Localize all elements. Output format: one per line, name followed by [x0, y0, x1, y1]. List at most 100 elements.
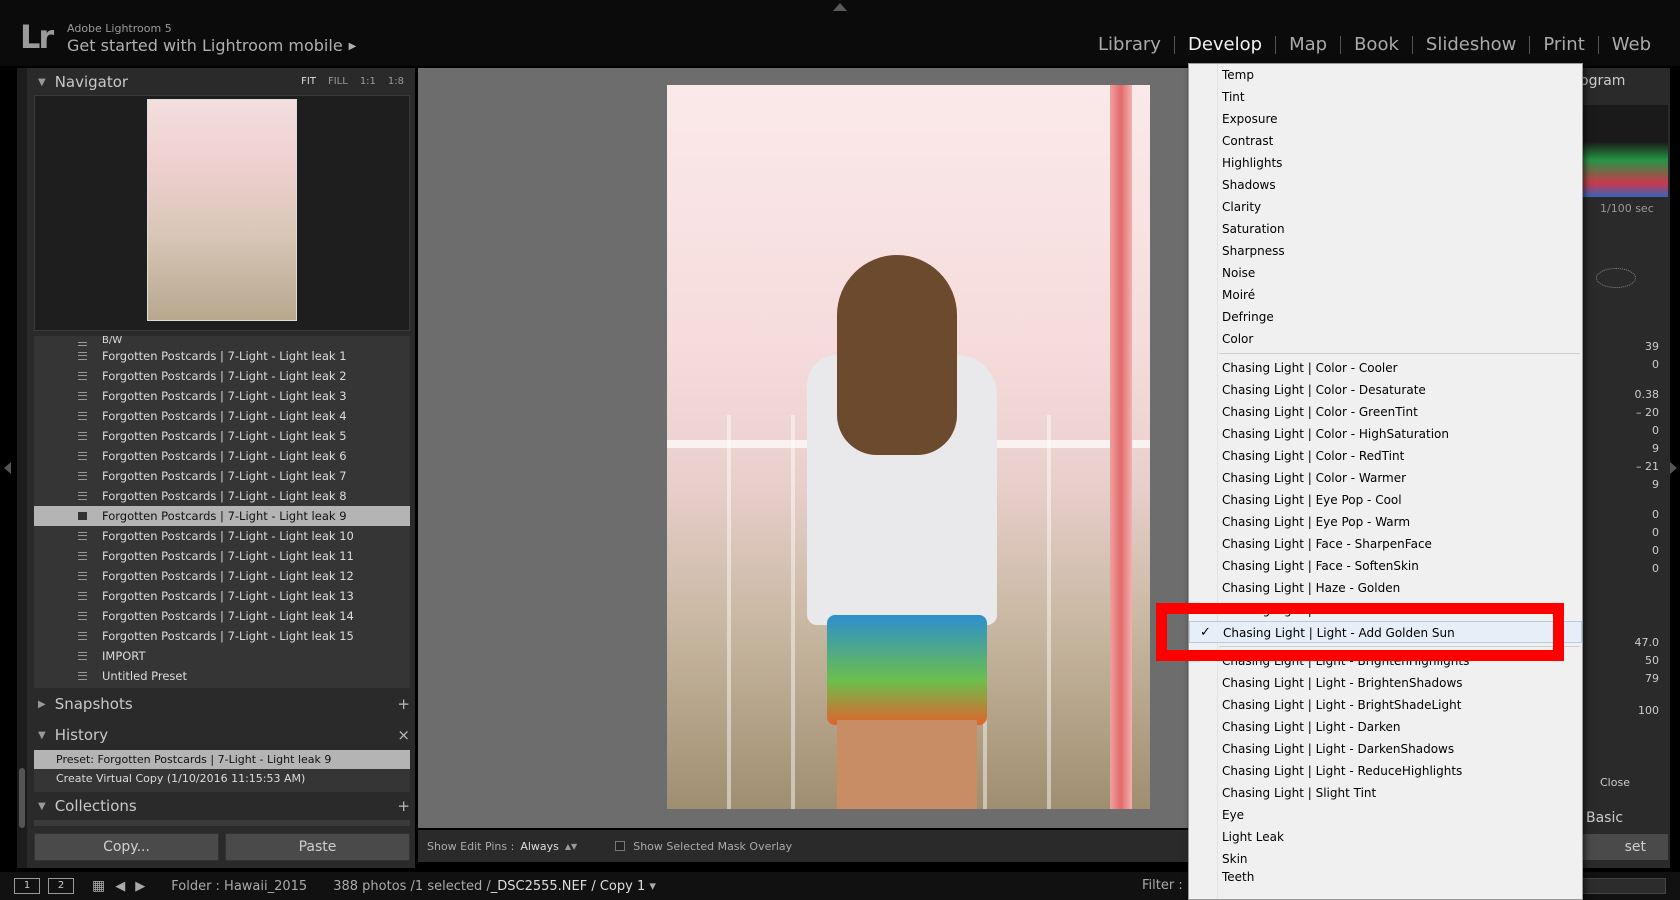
menu-item[interactable]: Shadows: [1189, 174, 1582, 196]
slider-value[interactable]: – 21: [1604, 460, 1659, 473]
preset-item[interactable]: Forgotten Postcards | 7-Light - Light le…: [34, 386, 410, 406]
menu-item[interactable]: Chasing Light | Light - ReduceHighlights: [1189, 760, 1582, 782]
preset-item[interactable]: Untitled Preset: [34, 666, 410, 686]
edit-pins-select[interactable]: Always: [520, 840, 559, 853]
mobile-promo-link[interactable]: Get started with Lightroom mobile ▶: [67, 36, 356, 55]
menu-item[interactable]: Light Leak: [1189, 826, 1582, 848]
scrollbar-thumb[interactable]: [19, 768, 25, 828]
module-develop[interactable]: Develop: [1175, 34, 1275, 55]
menu-item[interactable]: Chasing Light | Eye Pop - Warm: [1189, 511, 1582, 533]
menu-item[interactable]: Chasing Light | Color - GreenTint: [1189, 401, 1582, 423]
filter-select[interactable]: [1580, 878, 1666, 894]
menu-item[interactable]: Chasing Light | Face - SharpenFace: [1189, 533, 1582, 555]
grid-view-icon[interactable]: ▦: [92, 878, 105, 894]
menu-item[interactable]: Chasing Light | Light - Darken: [1189, 716, 1582, 738]
zoom-1-8[interactable]: 1:8: [388, 76, 404, 87]
slider-value[interactable]: 0.38: [1604, 388, 1660, 401]
preset-item[interactable]: Forgotten Postcards | 7-Light - Light le…: [34, 426, 410, 446]
zoom-1-1[interactable]: 1:1: [360, 76, 376, 87]
menu-item[interactable]: Color: [1189, 328, 1582, 350]
module-library[interactable]: Library: [1085, 34, 1174, 55]
slider-value[interactable]: 9: [1604, 478, 1659, 491]
tool-target-icon[interactable]: [1596, 268, 1636, 288]
collapse-top-panel-icon[interactable]: [833, 3, 847, 11]
mask-overlay-checkbox[interactable]: [615, 841, 626, 851]
preset-item[interactable]: Forgotten Postcards | 7-Light - Light le…: [34, 406, 410, 426]
slider-value[interactable]: 0: [1604, 562, 1659, 575]
menu-item[interactable]: Temp: [1189, 64, 1582, 86]
menu-item[interactable]: Chasing Light | Face - SoftenSkin: [1189, 555, 1582, 577]
clear-history-icon[interactable]: ×: [397, 726, 410, 744]
zoom-fill[interactable]: FILL: [328, 76, 348, 87]
slider-value[interactable]: 50: [1604, 654, 1659, 667]
menu-item[interactable]: Chasing Light | Eye Pop - Cool: [1189, 489, 1582, 511]
menu-item[interactable]: Chasing Light | Slight Tint: [1189, 782, 1582, 804]
collapse-right-panel-icon[interactable]: [1670, 462, 1677, 474]
updown-arrows-icon[interactable]: ▲▼: [565, 842, 577, 851]
menu-item[interactable]: Saturation: [1189, 218, 1582, 240]
menu-item[interactable]: Chasing Light | Color - Cooler: [1189, 357, 1582, 379]
menu-item[interactable]: Chasing Light | Light - BrightenShadows: [1189, 672, 1582, 694]
slider-value[interactable]: 0: [1604, 526, 1659, 539]
menu-item[interactable]: Clarity: [1189, 196, 1582, 218]
menu-item[interactable]: Exposure: [1189, 108, 1582, 130]
navigator-header[interactable]: ▼ Navigator FIT FILL 1:1 1:8: [34, 68, 410, 96]
slider-value[interactable]: 79: [1604, 672, 1659, 685]
source-folder[interactable]: Folder : Hawaii_2015: [171, 879, 307, 894]
module-book[interactable]: Book: [1341, 34, 1412, 55]
preset-item[interactable]: Forgotten Postcards | 7-Light - Light le…: [34, 366, 410, 386]
menu-item[interactable]: Highlights: [1189, 152, 1582, 174]
preset-item[interactable]: Forgotten Postcards | 7-Light - Light le…: [34, 546, 410, 566]
menu-item[interactable]: Contrast: [1189, 130, 1582, 152]
module-slideshow[interactable]: Slideshow: [1413, 34, 1529, 55]
snapshots-header[interactable]: ▶ Snapshots +: [34, 690, 410, 718]
slider-value[interactable]: 0: [1604, 544, 1659, 557]
preset-item[interactable]: Forgotten Postcards | 7-Light - Light le…: [34, 486, 410, 506]
slider-value[interactable]: 9: [1604, 442, 1659, 455]
slider-value[interactable]: – 20: [1604, 406, 1659, 419]
preset-item[interactable]: Forgotten Postcards | 7-Light - Light le…: [34, 506, 410, 526]
collections-header[interactable]: ▼ Collections +: [34, 792, 410, 820]
slider-value[interactable]: 0: [1604, 358, 1659, 371]
preset-item[interactable]: Forgotten Postcards | 7-Light - Light le…: [34, 606, 410, 626]
history-header[interactable]: ▼ History ×: [34, 721, 410, 749]
histogram-title[interactable]: ogram: [1580, 73, 1625, 89]
menu-item[interactable]: Chasing Light | Color - HighSaturation: [1189, 423, 1582, 445]
next-arrow-icon[interactable]: ▶: [135, 879, 145, 894]
module-web[interactable]: Web: [1599, 34, 1664, 55]
menu-item[interactable]: Sharpness: [1189, 240, 1582, 262]
preset-item[interactable]: IMPORT: [34, 646, 410, 666]
main-window-button[interactable]: 1: [14, 878, 40, 894]
module-print[interactable]: Print: [1530, 34, 1597, 55]
module-map[interactable]: Map: [1276, 34, 1340, 55]
menu-item[interactable]: Chasing Light | Haze - Golden: [1189, 577, 1582, 599]
menu-item[interactable]: Chasing Light | Light - BrightShadeLight: [1189, 694, 1582, 716]
slider-value[interactable]: 0: [1604, 424, 1659, 437]
history-item[interactable]: Preset: Forgotten Postcards | 7-Light - …: [34, 750, 410, 769]
previous-arrow-icon[interactable]: ◀: [115, 879, 125, 894]
left-panel-scrollbar[interactable]: [17, 68, 27, 868]
second-window-button[interactable]: 2: [48, 878, 74, 894]
copy-button[interactable]: Copy...: [34, 833, 219, 861]
slider-value[interactable]: 0: [1604, 508, 1659, 521]
add-snapshot-icon[interactable]: +: [397, 695, 410, 713]
preset-item[interactable]: Forgotten Postcards | 7-Light - Light le…: [34, 526, 410, 546]
preset-item[interactable]: Forgotten Postcards | 7-Light - Light le…: [34, 566, 410, 586]
menu-item[interactable]: Moiré: [1189, 284, 1582, 306]
preset-item[interactable]: Forgotten Postcards | 7-Light - Light le…: [34, 586, 410, 606]
menu-item[interactable]: Chasing Light | Color - Warmer: [1189, 467, 1582, 489]
preset-item[interactable]: Forgotten Postcards | 7-Light - Light le…: [34, 466, 410, 486]
zoom-fit[interactable]: FIT: [301, 76, 316, 87]
basic-panel-header[interactable]: Basic: [1586, 810, 1623, 826]
menu-item[interactable]: Defringe: [1189, 306, 1582, 328]
preset-item[interactable]: Forgotten Postcards | 7-Light - Light le…: [34, 346, 410, 366]
history-item[interactable]: Create Virtual Copy (1/10/2016 11:15:53 …: [34, 769, 410, 788]
collapse-left-panel-icon[interactable]: [4, 462, 11, 474]
main-photo[interactable]: [667, 85, 1150, 809]
current-filename[interactable]: _DSC2555.NEF / Copy 1: [491, 879, 646, 894]
close-panel-button[interactable]: Close: [1600, 776, 1630, 789]
menu-item[interactable]: Chasing Light | Color - RedTint: [1189, 445, 1582, 467]
menu-item[interactable]: Eye: [1189, 804, 1582, 826]
preset-item[interactable]: B/W: [34, 336, 410, 346]
navigator-thumbnail[interactable]: [147, 99, 297, 321]
